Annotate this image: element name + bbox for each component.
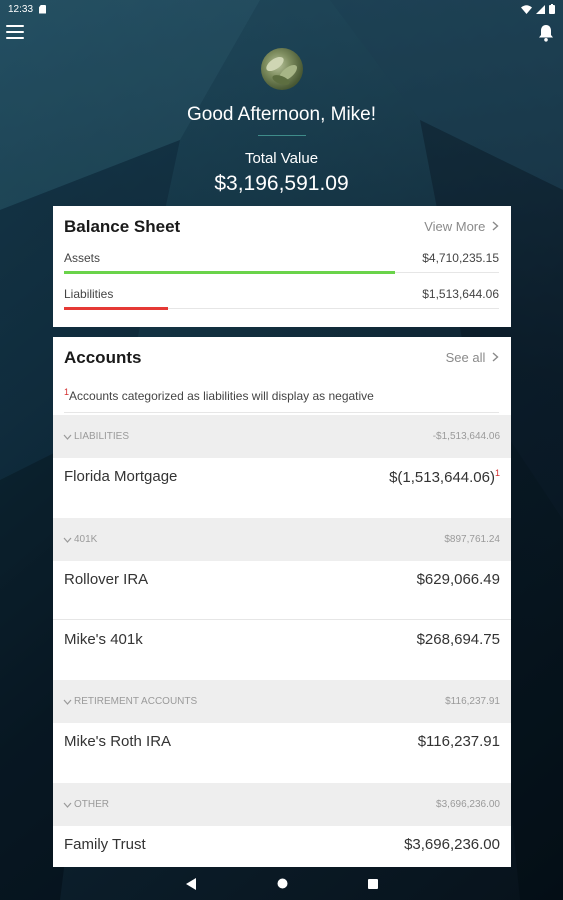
assets-label: Assets	[64, 251, 101, 265]
total-value-amount: $3,196,591.09	[214, 172, 349, 195]
liabilities-value: $1,513,644.06	[422, 287, 499, 301]
total-value-label: Total Value	[244, 150, 319, 167]
account-row-family-trust[interactable]: Family Trust $3,696,236.00	[53, 826, 511, 867]
chevron-down-icon	[63, 802, 72, 808]
balance-sheet-title: Balance Sheet	[64, 217, 181, 236]
greeting-text: Good Afternoon, Mike!	[186, 104, 377, 125]
hero-divider	[258, 135, 306, 136]
view-more-link[interactable]: View More	[424, 219, 499, 234]
assets-bar-track	[64, 271, 499, 274]
group-header-liabilities[interactable]: LIABILITIES -$1,513,644.06	[53, 415, 511, 458]
signal-icon	[536, 4, 545, 14]
accounts-title: Accounts	[64, 348, 142, 367]
group-header-retirement-accounts[interactable]: RETIREMENT ACCOUNTS $116,237.91	[53, 680, 511, 723]
system-nav-bar	[0, 867, 563, 900]
assets-value: $4,710,235.15	[422, 251, 499, 265]
profile-avatar[interactable]	[261, 48, 303, 90]
sd-card-icon	[39, 4, 47, 14]
chevron-down-icon	[63, 537, 72, 543]
chevron-right-icon	[492, 352, 499, 362]
footnote-divider	[64, 412, 499, 413]
group-total: -$1,513,644.06	[432, 431, 500, 442]
account-row-florida-mortgage[interactable]: Florida Mortgage $(1,513,644.06)1	[53, 458, 511, 517]
chevron-down-icon	[63, 434, 72, 440]
clock: 12:33	[8, 3, 34, 15]
account-row-mikes-roth-ira[interactable]: Mike's Roth IRA $116,237.91	[53, 723, 511, 782]
accounts-card: Accounts See all 1Accounts categorized a…	[53, 337, 511, 867]
wifi-icon	[521, 4, 532, 14]
account-row-rollover-ira[interactable]: Rollover IRA $629,066.49	[53, 561, 511, 620]
group-total: $3,696,236.00	[436, 799, 500, 810]
battery-icon	[549, 4, 555, 14]
liabilities-footnote: 1Accounts categorized as liabilities wil…	[64, 387, 374, 403]
back-icon[interactable]	[185, 877, 197, 890]
see-all-link[interactable]: See all	[446, 350, 499, 365]
group-total: $116,237.91	[445, 696, 500, 707]
status-bar: 12:33	[0, 0, 563, 18]
chevron-down-icon	[63, 699, 72, 705]
account-row-mikes-401k[interactable]: Mike's 401k $268,694.75	[53, 621, 511, 680]
group-header-other[interactable]: OTHER $3,696,236.00	[53, 783, 511, 826]
group-header-401k[interactable]: 401K $897,761.24	[53, 518, 511, 561]
hamburger-menu-icon[interactable]	[6, 25, 24, 39]
assets-bar-fill	[64, 271, 395, 274]
liabilities-bar-fill	[64, 307, 169, 310]
group-total: $897,761.24	[444, 534, 500, 545]
home-icon[interactable]	[277, 878, 288, 889]
recents-icon[interactable]	[367, 878, 378, 889]
liabilities-bar-track	[64, 307, 499, 310]
liabilities-label: Liabilities	[64, 287, 114, 301]
balance-sheet-card: Balance Sheet View More Assets $4,710,23…	[53, 206, 511, 327]
notification-bell-icon[interactable]	[538, 24, 554, 42]
chevron-right-icon	[492, 221, 499, 231]
